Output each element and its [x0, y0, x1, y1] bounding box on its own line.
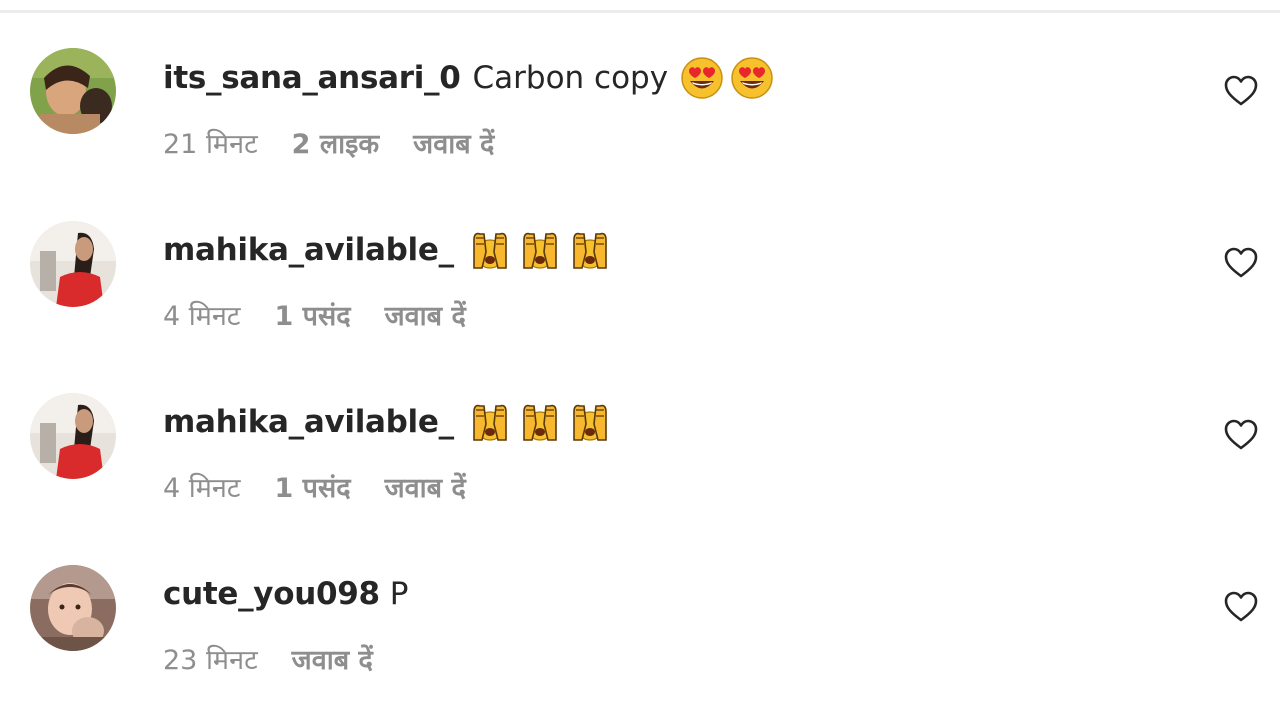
- comment-item: mahika_avilable_ 4 मिनट 1 पसंद जवाब दें: [0, 172, 1280, 332]
- comment-timestamp[interactable]: 21 मिनट: [163, 124, 258, 161]
- comment-like-count[interactable]: 2 लाइक: [292, 124, 379, 161]
- comment-text: P: [389, 576, 409, 612]
- reply-button[interactable]: जवाब दें: [385, 468, 466, 505]
- comment-emojis: [680, 56, 774, 100]
- comment-meta: 4 मिनट 1 पसंद जवाब दें: [163, 468, 466, 504]
- comment-username[interactable]: cute_you098: [163, 576, 380, 612]
- comment-emojis: [468, 400, 612, 444]
- like-heart-icon[interactable]: [1224, 75, 1258, 107]
- comment-username[interactable]: mahika_avilable_: [163, 232, 454, 268]
- comment-emojis: [468, 228, 612, 272]
- comment-meta: 4 मिनट 1 पसंद जवाब दें: [163, 296, 466, 332]
- comment-timestamp[interactable]: 23 मिनट: [163, 640, 258, 677]
- raising-hands-emoji-icon: [468, 400, 512, 444]
- comment-meta: 21 मिनट 2 लाइक जवाब दें: [163, 124, 494, 160]
- avatar[interactable]: [30, 565, 116, 651]
- comment-item: mahika_avilable_ 4 मिनट 1 पसंद जवाब दें: [0, 344, 1280, 504]
- comment-meta: 23 मिनट जवाब दें: [163, 640, 373, 676]
- raising-hands-emoji-icon: [518, 400, 562, 444]
- comment-like-count[interactable]: 1 पसंद: [275, 296, 351, 333]
- comment-timestamp[interactable]: 4 मिनट: [163, 296, 241, 333]
- comment-item: its_sana_ansari_0 Carbon copy 21 मिनट 2 …: [0, 0, 1280, 160]
- reply-button[interactable]: जवाब दें: [413, 124, 494, 161]
- heart-eyes-emoji-icon: [680, 56, 724, 100]
- raising-hands-emoji-icon: [568, 400, 612, 444]
- comment-username[interactable]: its_sana_ansari_0: [163, 60, 461, 96]
- raising-hands-emoji-icon: [568, 228, 612, 272]
- reply-button[interactable]: जवाब दें: [292, 640, 373, 677]
- like-heart-icon[interactable]: [1224, 247, 1258, 279]
- avatar[interactable]: [30, 393, 116, 479]
- reply-button[interactable]: जवाब दें: [385, 296, 466, 333]
- comment-text: Carbon copy: [472, 60, 669, 96]
- comment-body: mahika_avilable_: [163, 400, 612, 444]
- raising-hands-emoji-icon: [518, 228, 562, 272]
- comment-like-count[interactable]: 1 पसंद: [275, 468, 351, 505]
- heart-eyes-emoji-icon: [730, 56, 774, 100]
- like-heart-icon[interactable]: [1224, 419, 1258, 451]
- comment-username[interactable]: mahika_avilable_: [163, 404, 454, 440]
- comment-body: mahika_avilable_: [163, 228, 612, 272]
- comment-body: cute_you098 P: [163, 572, 408, 616]
- avatar[interactable]: [30, 221, 116, 307]
- like-heart-icon[interactable]: [1224, 591, 1258, 623]
- raising-hands-emoji-icon: [468, 228, 512, 272]
- avatar[interactable]: [30, 48, 116, 134]
- comment-item: cute_you098 P 23 मिनट जवाब दें: [0, 516, 1280, 676]
- comment-timestamp[interactable]: 4 मिनट: [163, 468, 241, 505]
- comment-body: its_sana_ansari_0 Carbon copy: [163, 56, 774, 100]
